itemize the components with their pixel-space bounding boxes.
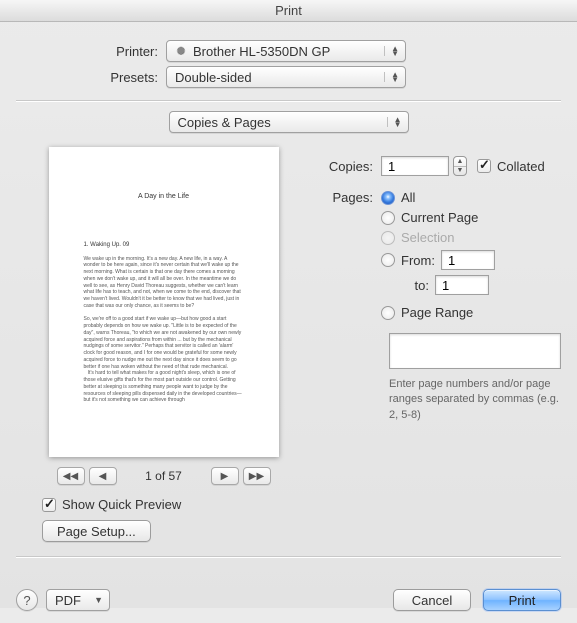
pages-selection-radio [381, 231, 395, 245]
page-setup-button[interactable]: Page Setup... [42, 520, 151, 542]
collated-label: Collated [497, 159, 545, 174]
pages-from-input[interactable] [441, 250, 495, 270]
printer-value: Brother HL-5350DN GP [193, 44, 330, 59]
chevron-down-icon: ▼ [94, 595, 103, 605]
presets-label: Presets: [16, 70, 166, 85]
pages-all-radio[interactable] [381, 191, 395, 205]
printer-label: Printer: [16, 44, 166, 59]
show-quick-preview-label: Show Quick Preview [62, 497, 181, 512]
pages-all-label: All [401, 190, 415, 205]
page-range-label: Page Range [401, 305, 473, 320]
pages-label: Pages: [321, 190, 381, 205]
last-page-button[interactable]: ▶▶ [243, 467, 271, 485]
printer-select[interactable]: Brother HL-5350DN GP ▲▼ [166, 40, 406, 62]
preview-body: We wake up in the morning. It's a new da… [84, 256, 244, 405]
page-preview: A Day in the Life 1. Waking Up. 09 We wa… [49, 147, 279, 457]
presets-value: Double-sided [175, 70, 252, 85]
updown-icon: ▲▼ [384, 72, 399, 82]
pages-current-radio[interactable] [381, 211, 395, 225]
page-counter: 1 of 57 [135, 469, 193, 483]
next-page-button[interactable]: ▶ [211, 467, 239, 485]
first-page-button[interactable]: ◀◀ [57, 467, 85, 485]
stepper-down-icon: ▼ [454, 167, 466, 176]
copies-input[interactable] [381, 156, 449, 176]
printer-status-icon [175, 46, 187, 56]
preview-section: 1. Waking Up. 09 [84, 241, 244, 249]
preview-doc-title: A Day in the Life [84, 192, 244, 201]
page-range-hint: Enter page numbers and/or page ranges se… [389, 377, 561, 423]
copies-stepper[interactable]: ▲▼ [453, 156, 467, 176]
pages-current-label: Current Page [401, 210, 478, 225]
pages-to-label: to: [395, 278, 435, 293]
show-quick-preview-checkbox[interactable] [42, 498, 56, 512]
copies-label: Copies: [321, 159, 381, 174]
stepper-up-icon: ▲ [454, 157, 466, 167]
collated-checkbox[interactable] [477, 159, 491, 173]
pages-from-radio[interactable] [381, 253, 395, 267]
section-select[interactable]: Copies & Pages ▲▼ [169, 111, 409, 133]
window-title: Print [0, 0, 577, 22]
updown-icon: ▲▼ [387, 117, 402, 127]
updown-icon: ▲▼ [384, 46, 399, 56]
section-value: Copies & Pages [178, 115, 271, 130]
page-range-input[interactable] [389, 333, 561, 369]
pdf-label: PDF [55, 593, 81, 608]
presets-select[interactable]: Double-sided ▲▼ [166, 66, 406, 88]
pages-from-label: From: [401, 253, 441, 268]
pages-to-input[interactable] [435, 275, 489, 295]
pages-selection-label: Selection [401, 230, 454, 245]
prev-page-button[interactable]: ◀ [89, 467, 117, 485]
page-range-radio[interactable] [381, 306, 395, 320]
